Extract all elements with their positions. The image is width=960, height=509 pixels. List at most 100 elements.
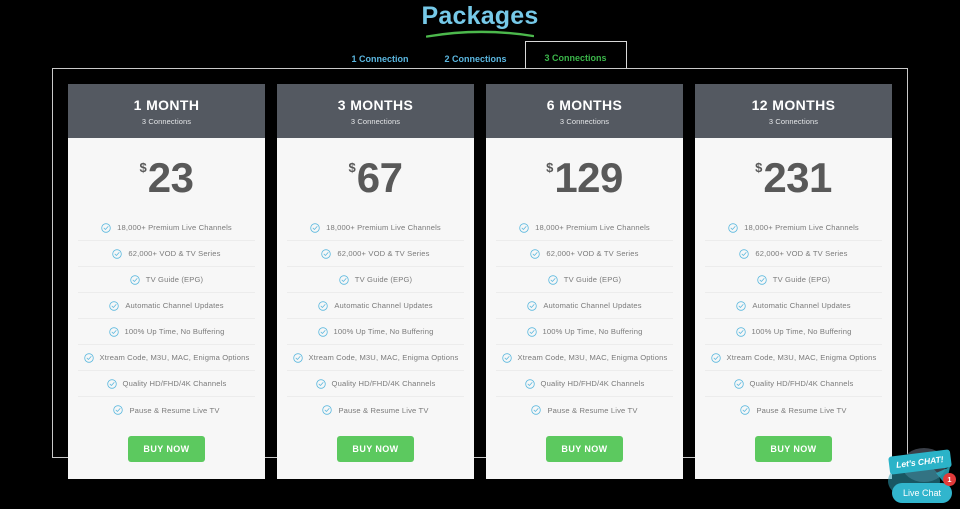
feature-item: 100% Up Time, No Buffering bbox=[705, 319, 882, 345]
buy-button-wrap: BUY NOW bbox=[486, 423, 683, 479]
check-circle-icon bbox=[108, 326, 119, 337]
feature-item: 62,000+ VOD & TV Series bbox=[287, 241, 464, 267]
feature-label: Pause & Resume Live TV bbox=[547, 405, 638, 415]
feature-item: Quality HD/FHD/4K Channels bbox=[78, 371, 255, 397]
feature-label: Quality HD/FHD/4K Channels bbox=[749, 379, 854, 388]
feature-label: 100% Up Time, No Buffering bbox=[124, 327, 225, 336]
check-circle-icon bbox=[112, 248, 123, 259]
package-title: 12 MONTHS bbox=[751, 97, 836, 113]
buy-button-wrap: BUY NOW bbox=[695, 423, 892, 479]
feature-list: 18,000+ Premium Live Channels 62,000+ VO… bbox=[486, 215, 683, 423]
feature-label: 62,000+ VOD & TV Series bbox=[546, 249, 639, 258]
feature-label: 62,000+ VOD & TV Series bbox=[128, 249, 221, 258]
feature-label: 62,000+ VOD & TV Series bbox=[755, 249, 848, 258]
feature-item: Automatic Channel Updates bbox=[78, 293, 255, 319]
check-circle-icon bbox=[292, 352, 303, 363]
check-circle-icon bbox=[317, 326, 328, 337]
feature-list: 18,000+ Premium Live Channels 62,000+ VO… bbox=[277, 215, 474, 423]
feature-item: Pause & Resume Live TV bbox=[496, 397, 673, 423]
feature-item: 18,000+ Premium Live Channels bbox=[705, 215, 882, 241]
check-circle-icon bbox=[710, 352, 721, 363]
feature-label: Automatic Channel Updates bbox=[543, 301, 642, 310]
feature-item: Pause & Resume Live TV bbox=[705, 397, 882, 423]
feature-label: Automatic Channel Updates bbox=[752, 301, 851, 310]
package-price: 231 bbox=[763, 154, 832, 201]
package-title: 1 MONTH bbox=[133, 97, 200, 113]
feature-label: Pause & Resume Live TV bbox=[338, 405, 429, 415]
feature-label: Quality HD/FHD/4K Channels bbox=[122, 379, 227, 388]
feature-label: 62,000+ VOD & TV Series bbox=[337, 249, 430, 258]
buy-button-wrap: BUY NOW bbox=[277, 423, 474, 479]
pricing-page: Packages 1 Connection 2 Connections 3 Co… bbox=[0, 0, 960, 509]
chat-unread-badge: 1 bbox=[943, 473, 956, 486]
package-price: 23 bbox=[147, 154, 194, 201]
feature-item: Xtream Code, M3U, MAC, Enigma Options bbox=[496, 345, 673, 371]
feature-label: Xtream Code, M3U, MAC, Enigma Options bbox=[308, 353, 459, 362]
feature-item: 62,000+ VOD & TV Series bbox=[78, 241, 255, 267]
currency-symbol: $ bbox=[755, 160, 763, 175]
check-circle-icon bbox=[526, 326, 537, 337]
check-circle-icon bbox=[524, 378, 535, 389]
check-circle-icon bbox=[740, 405, 751, 415]
buy-now-button[interactable]: BUY NOW bbox=[755, 436, 832, 462]
feature-item: Quality HD/FHD/4K Channels bbox=[705, 371, 882, 397]
feature-label: Pause & Resume Live TV bbox=[129, 405, 220, 415]
check-circle-icon bbox=[527, 300, 538, 311]
check-circle-icon bbox=[548, 274, 558, 285]
package-card-header: 12 MONTHS 3 Connections bbox=[695, 84, 892, 138]
package-price-block: $129 bbox=[486, 138, 683, 215]
feature-label: TV Guide (EPG) bbox=[772, 275, 831, 284]
feature-label: 100% Up Time, No Buffering bbox=[751, 327, 852, 336]
feature-label: Xtream Code, M3U, MAC, Enigma Options bbox=[517, 353, 668, 362]
page-title: Packages bbox=[421, 2, 539, 30]
check-circle-icon bbox=[739, 248, 750, 259]
check-circle-icon bbox=[530, 248, 541, 259]
feature-item: Automatic Channel Updates bbox=[496, 293, 673, 319]
check-circle-icon bbox=[735, 326, 746, 337]
currency-symbol: $ bbox=[546, 160, 554, 175]
feature-item: Pause & Resume Live TV bbox=[78, 397, 255, 423]
feature-label: Xtream Code, M3U, MAC, Enigma Options bbox=[726, 353, 877, 362]
check-circle-icon bbox=[733, 378, 744, 389]
feature-list: 18,000+ Premium Live Channels 62,000+ VO… bbox=[695, 215, 892, 423]
check-circle-icon bbox=[736, 300, 747, 311]
package-card: 12 MONTHS 3 Connections $231 18,000+ Pre… bbox=[695, 84, 892, 479]
feature-label: 100% Up Time, No Buffering bbox=[542, 327, 643, 336]
buy-now-button[interactable]: BUY NOW bbox=[128, 436, 205, 462]
feature-item: Xtream Code, M3U, MAC, Enigma Options bbox=[287, 345, 464, 371]
currency-symbol: $ bbox=[348, 160, 356, 175]
check-circle-icon bbox=[519, 222, 529, 233]
feature-label: 18,000+ Premium Live Channels bbox=[744, 223, 859, 232]
feature-item: Automatic Channel Updates bbox=[705, 293, 882, 319]
feature-label: Pause & Resume Live TV bbox=[756, 405, 847, 415]
check-circle-icon bbox=[322, 405, 333, 415]
check-circle-icon bbox=[531, 405, 542, 415]
check-circle-icon bbox=[310, 222, 320, 233]
buy-now-button[interactable]: BUY NOW bbox=[337, 436, 414, 462]
check-circle-icon bbox=[101, 222, 111, 233]
check-circle-icon bbox=[83, 352, 94, 363]
feature-item: TV Guide (EPG) bbox=[705, 267, 882, 293]
package-card-header: 3 MONTHS 3 Connections bbox=[277, 84, 474, 138]
live-chat-button[interactable]: Live Chat bbox=[891, 483, 952, 503]
package-card: 1 MONTH 3 Connections $23 18,000+ Premiu… bbox=[68, 84, 265, 479]
live-chat-widget[interactable]: Let's CHAT! Live Chat 1 bbox=[870, 443, 960, 509]
feature-label: 100% Up Time, No Buffering bbox=[333, 327, 434, 336]
check-circle-icon bbox=[113, 405, 124, 415]
check-circle-icon bbox=[109, 300, 120, 311]
package-subtitle: 3 Connections bbox=[141, 117, 192, 126]
feature-item: Quality HD/FHD/4K Channels bbox=[496, 371, 673, 397]
feature-label: TV Guide (EPG) bbox=[354, 275, 413, 284]
feature-item: 100% Up Time, No Buffering bbox=[78, 319, 255, 345]
feature-item: TV Guide (EPG) bbox=[496, 267, 673, 293]
feature-item: 18,000+ Premium Live Channels bbox=[78, 215, 255, 241]
feature-label: Automatic Channel Updates bbox=[334, 301, 433, 310]
check-circle-icon bbox=[315, 378, 326, 389]
buy-now-button[interactable]: BUY NOW bbox=[546, 436, 623, 462]
check-circle-icon bbox=[728, 222, 738, 233]
currency-symbol: $ bbox=[139, 160, 147, 175]
feature-label: TV Guide (EPG) bbox=[563, 275, 622, 284]
feature-item: TV Guide (EPG) bbox=[78, 267, 255, 293]
package-price: 129 bbox=[554, 154, 623, 201]
feature-item: Automatic Channel Updates bbox=[287, 293, 464, 319]
